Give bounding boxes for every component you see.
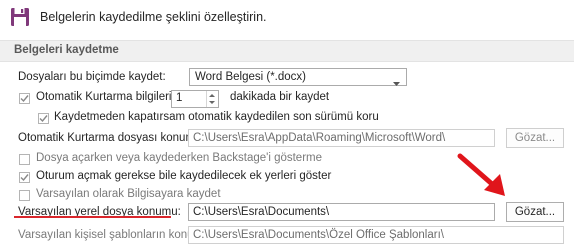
checkmark-icon (20, 174, 29, 182)
save-to-computer-checkbox[interactable] (19, 190, 30, 201)
checkmark-icon (20, 95, 29, 103)
keep-last-version-checkbox[interactable] (38, 113, 49, 124)
autorecover-label: Otomatik Kurtarma bilgilerini (36, 91, 181, 103)
personal-templates-location-value: C:\Users\Esra\Documents\Özel Office Şabl… (193, 229, 444, 241)
hide-backstage-label: Dosya açarken veya kaydederken Backstage… (36, 152, 323, 164)
personal-templates-location-label: Varsayılan kişisel şablonların konumu: (18, 229, 213, 241)
autorecover-location-label: Otomatik Kurtarma dosyası konumu: (18, 132, 205, 144)
default-local-browse-button[interactable]: Gözat... (506, 202, 564, 222)
autorecover-location-field[interactable]: C:\Users\Esra\AppData\Roaming\Microsoft\… (188, 129, 495, 147)
highlight-underline (14, 216, 171, 218)
red-arrow-icon (456, 152, 508, 198)
checkmark-icon (39, 115, 48, 123)
autorecover-browse-button[interactable]: Gözat... (506, 128, 564, 148)
chevron-down-icon[interactable] (393, 75, 400, 91)
autorecover-checkbox[interactable] (19, 93, 30, 104)
personal-templates-location-field[interactable]: C:\Users\Esra\Documents\Özel Office Şabl… (188, 226, 564, 244)
spinner-arrows-icon[interactable] (206, 91, 218, 107)
save-disk-icon (10, 7, 30, 27)
save-format-select[interactable]: Word Belgesi (*.docx) (189, 68, 407, 86)
autorecover-suffix-label: dakikada bir kaydet (230, 91, 330, 103)
keep-last-version-label: Kaydetmeden kapatırsam otomatik kaydedil… (54, 111, 379, 123)
save-format-value: Word Belgesi (*.docx) (195, 71, 306, 83)
page-title: Belgelerin kaydedilme şeklini özelleştir… (40, 10, 267, 24)
section-title: Belgeleri kaydetme (14, 44, 119, 56)
save-to-computer-label: Varsayılan olarak Bilgisayara kaydet (36, 188, 221, 200)
hide-backstage-checkbox[interactable] (19, 154, 30, 165)
autorecover-minutes-spinner[interactable]: 1 (171, 90, 219, 108)
default-local-location-field[interactable]: C:\Users\Esra\Documents\ (188, 203, 495, 221)
default-local-location-value: C:\Users\Esra\Documents\ (193, 206, 330, 218)
show-additional-places-checkbox[interactable] (19, 172, 30, 183)
show-additional-places-label: Oturum açmak gerekse bile kaydedilecek e… (36, 170, 332, 182)
autorecover-location-value: C:\Users\Esra\AppData\Roaming\Microsoft\… (193, 132, 446, 144)
save-format-label: Dosyaları bu biçimde kaydet: (18, 71, 166, 83)
autorecover-minutes-value: 1 (176, 92, 183, 104)
